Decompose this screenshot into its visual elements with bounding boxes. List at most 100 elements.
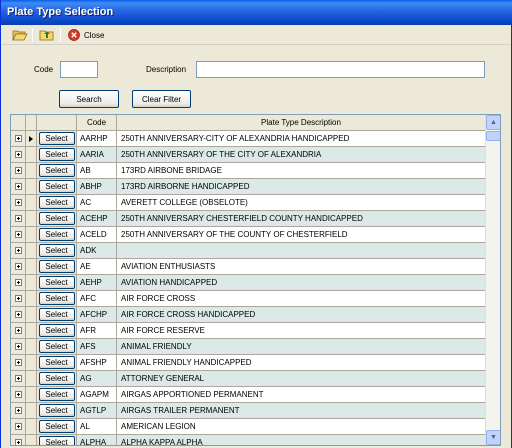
expand-plus-icon[interactable] xyxy=(14,311,22,318)
expand-cell[interactable] xyxy=(11,307,26,323)
code-column-header[interactable]: Code xyxy=(77,115,117,130)
expand-cell[interactable] xyxy=(11,227,26,243)
scroll-down-button[interactable]: ▼ xyxy=(486,430,500,445)
table-row[interactable]: Select ACELD 250TH ANNIVERSARY OF THE COUN… xyxy=(11,227,486,243)
expand-plus-icon[interactable] xyxy=(14,199,22,206)
close-button[interactable]: Close xyxy=(68,27,104,43)
expand-plus-icon[interactable] xyxy=(14,439,22,445)
description-cell[interactable]: AIR FORCE CROSS xyxy=(117,291,486,307)
code-input[interactable] xyxy=(60,61,98,78)
description-cell[interactable]: ANIMAL FRIENDLY HANDICAPPED xyxy=(117,355,486,371)
scroll-thumb[interactable] xyxy=(486,131,500,141)
up-folder-button[interactable] xyxy=(39,27,55,43)
select-button[interactable]: Select xyxy=(38,164,75,177)
select-button[interactable]: Select xyxy=(38,228,75,241)
code-cell[interactable]: AL xyxy=(77,419,117,435)
expand-cell[interactable] xyxy=(11,339,26,355)
select-button[interactable]: Select xyxy=(38,132,75,145)
expand-cell[interactable] xyxy=(11,291,26,307)
expand-cell[interactable] xyxy=(11,275,26,291)
expand-plus-icon[interactable] xyxy=(14,279,22,286)
description-cell[interactable]: 173RD AIRBORNE HANDICAPPED xyxy=(117,179,486,195)
expand-plus-icon[interactable] xyxy=(14,231,22,238)
select-button[interactable]: Select xyxy=(38,356,75,369)
table-row[interactable]: Select AFR AIR FORCE RESERVE xyxy=(11,323,486,339)
select-button[interactable]: Select xyxy=(38,404,75,417)
code-cell[interactable]: AC xyxy=(77,195,117,211)
expand-plus-icon[interactable] xyxy=(14,327,22,334)
select-button[interactable]: Select xyxy=(38,212,75,225)
description-cell[interactable] xyxy=(117,243,486,259)
expand-plus-icon[interactable] xyxy=(14,295,22,302)
table-row[interactable]: Select AGAPM AIRGAS APPORTIONED PERMANENT xyxy=(11,387,486,403)
table-row[interactable]: Select AEHP AVIATION HANDICAPPED xyxy=(11,275,486,291)
expand-cell[interactable] xyxy=(11,371,26,387)
description-cell[interactable]: AMERICAN LEGION xyxy=(117,419,486,435)
expand-cell[interactable] xyxy=(11,243,26,259)
expand-cell[interactable] xyxy=(11,211,26,227)
expand-plus-icon[interactable] xyxy=(14,215,22,222)
code-cell[interactable]: AARHP xyxy=(77,131,117,147)
description-cell[interactable]: AIR FORCE RESERVE xyxy=(117,323,486,339)
select-button[interactable]: Select xyxy=(38,148,75,161)
expand-plus-icon[interactable] xyxy=(14,263,22,270)
expand-cell[interactable] xyxy=(11,387,26,403)
select-button[interactable]: Select xyxy=(38,308,75,321)
code-cell[interactable]: ACEHP xyxy=(77,211,117,227)
search-button[interactable]: Search xyxy=(59,90,119,108)
scroll-up-button[interactable]: ▲ xyxy=(486,115,500,130)
description-column-header[interactable]: Plate Type Description xyxy=(117,115,486,130)
expand-plus-icon[interactable] xyxy=(14,247,22,254)
select-button[interactable]: Select xyxy=(38,292,75,305)
expand-cell[interactable] xyxy=(11,323,26,339)
expand-cell[interactable] xyxy=(11,179,26,195)
description-cell[interactable]: AIRGAS TRAILER PERMANENT xyxy=(117,403,486,419)
expand-cell[interactable] xyxy=(11,435,26,445)
description-cell[interactable]: 250TH ANNIVERSARY OF THE CITY OF ALEXAND… xyxy=(117,147,486,163)
code-cell[interactable]: AFCHP xyxy=(77,307,117,323)
expand-cell[interactable] xyxy=(11,147,26,163)
clear-filter-button[interactable]: Clear Filter xyxy=(132,90,191,108)
code-cell[interactable]: AB xyxy=(77,163,117,179)
table-row[interactable]: Select AARHP 250TH ANNIVERSARY-CITY OF ALE… xyxy=(11,131,486,147)
table-row[interactable]: Select ACEHP 250TH ANNIVERSARY CHESTERFIEL… xyxy=(11,211,486,227)
table-row[interactable]: Select AE AVIATION ENTHUSIASTS xyxy=(11,259,486,275)
code-cell[interactable]: AGAPM xyxy=(77,387,117,403)
table-row[interactable]: Select ABHP 173RD AIRBORNE HANDICAPPED xyxy=(11,179,486,195)
description-cell[interactable]: AVIATION HANDICAPPED xyxy=(117,275,486,291)
description-cell[interactable]: 250TH ANNIVERSARY CHESTERFIELD COUNTY HA… xyxy=(117,211,486,227)
code-cell[interactable]: AE xyxy=(77,259,117,275)
vertical-scrollbar[interactable]: ▲ ▼ xyxy=(485,115,500,445)
table-row[interactable]: Select AFCHP AIR FORCE CROSS HANDICAPPED xyxy=(11,307,486,323)
description-cell[interactable]: AVERETT COLLEGE (OBSELOTE) xyxy=(117,195,486,211)
table-row[interactable]: Select AARIA 250TH ANNIVERSARY OF THE CITY… xyxy=(11,147,486,163)
select-button[interactable]: Select xyxy=(38,436,75,445)
select-button[interactable]: Select xyxy=(38,276,75,289)
table-row[interactable]: Select AG ATTORNEY GENERAL xyxy=(11,371,486,387)
expand-plus-icon[interactable] xyxy=(14,167,22,174)
table-row[interactable]: Select AFSHP ANIMAL FRIENDLY HANDICAPPED xyxy=(11,355,486,371)
description-cell[interactable]: AIR FORCE CROSS HANDICAPPED xyxy=(117,307,486,323)
expand-cell[interactable] xyxy=(11,163,26,179)
code-cell[interactable]: ALPHA xyxy=(77,435,117,445)
description-input[interactable] xyxy=(196,61,485,78)
table-row[interactable]: Select AFS ANIMAL FRIENDLY xyxy=(11,339,486,355)
expand-plus-icon[interactable] xyxy=(14,135,22,142)
code-cell[interactable]: ACELD xyxy=(77,227,117,243)
code-cell[interactable]: AEHP xyxy=(77,275,117,291)
expand-plus-icon[interactable] xyxy=(14,183,22,190)
open-folder-button[interactable] xyxy=(12,27,28,43)
select-button[interactable]: Select xyxy=(38,244,75,257)
description-cell[interactable]: 250TH ANNIVERSARY-CITY OF ALEXANDRIA HAN… xyxy=(117,131,486,147)
description-cell[interactable]: ATTORNEY GENERAL xyxy=(117,371,486,387)
description-cell[interactable]: AVIATION ENTHUSIASTS xyxy=(117,259,486,275)
code-cell[interactable]: ABHP xyxy=(77,179,117,195)
select-button[interactable]: Select xyxy=(38,260,75,273)
description-cell[interactable]: 173RD AIRBONE BRIDAGE xyxy=(117,163,486,179)
code-cell[interactable]: AFC xyxy=(77,291,117,307)
select-button[interactable]: Select xyxy=(38,196,75,209)
select-button[interactable]: Select xyxy=(38,324,75,337)
expand-plus-icon[interactable] xyxy=(14,407,22,414)
table-row[interactable]: Select AFC AIR FORCE CROSS xyxy=(11,291,486,307)
table-row[interactable]: Select AB 173RD AIRBONE BRIDAGE xyxy=(11,163,486,179)
